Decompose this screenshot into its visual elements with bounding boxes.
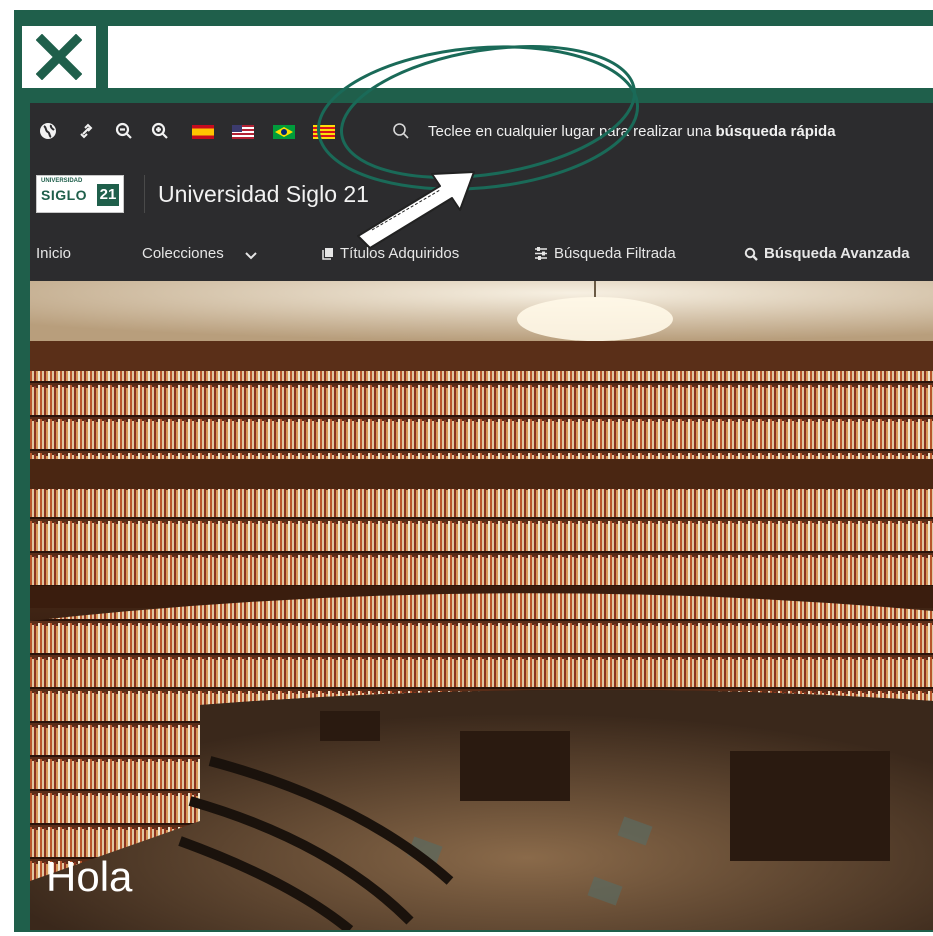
nav-item-inicio[interactable]: Inicio bbox=[36, 245, 71, 262]
top-toolbar: Teclee en cualquier lugar para realizar … bbox=[30, 103, 933, 159]
address-bar[interactable] bbox=[108, 26, 933, 88]
filter-icon bbox=[535, 247, 547, 260]
nav-item-label: Búsqueda Avanzada bbox=[764, 245, 910, 262]
nav-item-label: Títulos Adquiridos bbox=[340, 245, 460, 262]
header-divider bbox=[144, 175, 145, 213]
flag-catalonia[interactable] bbox=[313, 125, 335, 139]
logo-main-text: SIGLO bbox=[41, 187, 88, 203]
close-button[interactable] bbox=[22, 26, 96, 88]
nav-item-titulos-adquiridos[interactable]: Títulos Adquiridos bbox=[322, 245, 459, 262]
search-hint-text: Teclee en cualquier lugar para realizar … bbox=[428, 122, 712, 140]
greeting-heading: Hola bbox=[46, 853, 133, 900]
library-photo bbox=[30, 281, 933, 930]
logo-number: 21 bbox=[97, 184, 119, 206]
search-hint-bold: búsqueda rápida bbox=[715, 122, 836, 140]
nav-item-label: Colecciones bbox=[142, 245, 224, 262]
browser-viewport: Teclee en cualquier lugar para realizar … bbox=[30, 103, 933, 930]
hero-banner: Hola bbox=[30, 281, 933, 930]
nav-item-busqueda-filtrada[interactable]: Búsqueda Filtrada bbox=[534, 245, 676, 262]
search-icon bbox=[393, 123, 409, 139]
zoom-in-icon[interactable] bbox=[150, 121, 170, 141]
quick-search-hint[interactable]: Teclee en cualquier lugar para realizar … bbox=[392, 119, 836, 143]
flag-brazil[interactable] bbox=[273, 125, 295, 139]
nav-item-colecciones[interactable]: Colecciones bbox=[142, 245, 258, 262]
logo-small-text: UNIVERSIDAD bbox=[41, 178, 83, 184]
link-icon[interactable] bbox=[76, 121, 96, 141]
flag-spain[interactable] bbox=[192, 125, 214, 139]
nav-item-label: Búsqueda Filtrada bbox=[554, 245, 676, 262]
nav-item-busqueda-avanzada[interactable]: Búsqueda Avanzada bbox=[744, 245, 910, 262]
zoom-out-icon[interactable] bbox=[114, 121, 134, 141]
globe-icon[interactable] bbox=[38, 121, 58, 141]
main-nav: Inicio Colecciones Títulos Adquiridos Bú… bbox=[30, 229, 933, 281]
flag-usa[interactable] bbox=[232, 125, 254, 139]
book-icon bbox=[322, 248, 333, 260]
university-logo[interactable]: UNIVERSIDAD SIGLO 21 bbox=[36, 175, 124, 213]
search-icon bbox=[744, 247, 758, 261]
close-x-icon bbox=[36, 34, 82, 80]
site-title[interactable]: Universidad Siglo 21 bbox=[158, 181, 369, 208]
site-header: UNIVERSIDAD SIGLO 21 Universidad Siglo 2… bbox=[30, 159, 933, 229]
nav-item-label: Inicio bbox=[36, 245, 72, 262]
chevron-down-icon bbox=[245, 251, 257, 259]
